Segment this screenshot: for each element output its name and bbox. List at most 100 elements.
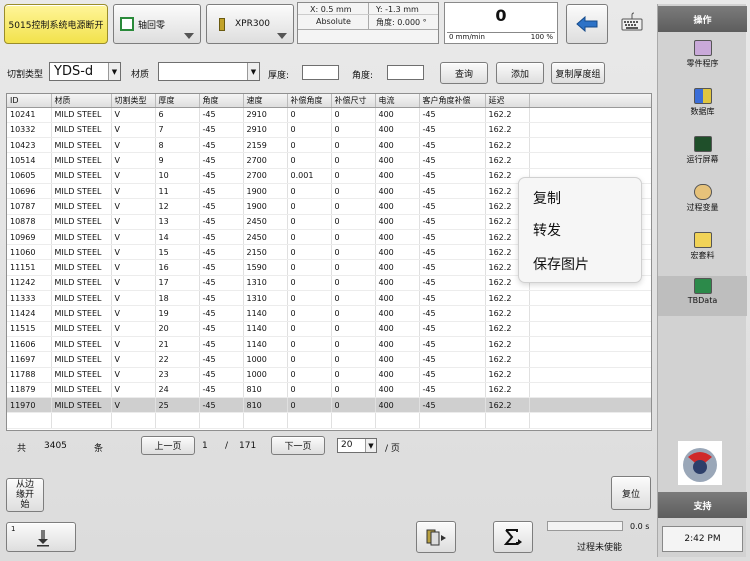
system-status-button[interactable]: 5015控制系统电源断开 — [4, 4, 108, 44]
table-row[interactable]: 11788 MILD STEEL V 23 -45 1000 0 0 400 -45 162.2 — [7, 367, 651, 383]
table-cell: 400 — [375, 198, 420, 215]
table-cell: MILD STEEL — [51, 321, 112, 337]
sidebar-item-macro-nesting[interactable]: 宏套料 — [658, 230, 747, 270]
start-from-edge-label: 从边缘开始 — [15, 480, 34, 510]
table-cell: 400 — [375, 152, 420, 169]
table-cell: MILD STEEL — [51, 275, 112, 292]
context-save-image-item[interactable]: 保存图片 — [533, 254, 589, 274]
column-header[interactable]: 客户角度补偿 — [419, 94, 486, 108]
table-cell: 11515 — [7, 321, 52, 337]
table-cell: 400 — [375, 137, 420, 154]
angle-input[interactable] — [387, 65, 424, 80]
sidebar-item-run-screen[interactable]: 运行屏幕 — [658, 134, 747, 174]
sum-button[interactable] — [493, 521, 533, 553]
table-row[interactable]: 10332 MILD STEEL V 7 -45 2910 0 0 400 -45 162.2 — [7, 122, 651, 139]
column-header[interactable]: 补偿尺寸 — [331, 94, 376, 108]
table-cell: 14 — [155, 229, 200, 246]
table-cell: -45 — [199, 122, 244, 139]
column-header[interactable]: 角度 — [199, 94, 244, 108]
table-cell: 0 — [287, 183, 332, 200]
table-cell: V — [111, 259, 156, 276]
back-button[interactable] — [566, 4, 608, 44]
sidebar-item-database[interactable]: 数据库 — [658, 86, 747, 126]
table-cell: V — [111, 122, 156, 139]
table-cell: 0 — [331, 367, 376, 383]
table-cell: 400 — [375, 107, 420, 123]
table-row[interactable]: 11515 MILD STEEL V 20 -45 1140 0 0 400 -45 162.2 — [7, 321, 651, 337]
context-forward-item[interactable]: 转发 — [533, 220, 561, 240]
page-size-select[interactable]: 20 ▼ — [337, 438, 377, 453]
column-header[interactable]: 切割类型 — [111, 94, 156, 108]
axis-home-icon — [120, 17, 134, 31]
table-row[interactable]: 11606 MILD STEEL V 21 -45 1140 0 0 400 -45 162.2 — [7, 336, 651, 353]
table-cell: 13 — [155, 214, 200, 230]
table-cell: 0 — [287, 336, 332, 353]
thickness-input[interactable] — [302, 65, 339, 80]
table-row[interactable]: 11970 MILD STEEL V 25 -45 810 0 0 400 -45 162.2 — [7, 397, 651, 414]
monitor-icon — [693, 136, 712, 152]
table-cell: 19 — [155, 305, 200, 322]
table-cell: MILD STEEL — [51, 305, 112, 322]
axis-home-button[interactable]: 轴回零 — [113, 4, 201, 44]
column-header[interactable]: ID — [7, 94, 52, 108]
table-cell: 18 — [155, 290, 200, 307]
thickness-label: 厚度: — [268, 71, 290, 81]
table-cell: 11060 — [7, 244, 52, 261]
column-header[interactable]: 材质 — [51, 94, 112, 108]
table-cell: 10787 — [7, 198, 52, 215]
support-header[interactable]: 支持 — [658, 492, 747, 518]
table-cell: 162.2 — [485, 397, 530, 414]
table-cell: 24 — [155, 382, 200, 399]
back-arrow-icon — [576, 16, 598, 32]
column-header[interactable]: 电流 — [375, 94, 420, 108]
table-cell — [529, 412, 651, 429]
cut-type-select[interactable]: YDS-d ▼ — [49, 62, 121, 81]
table-row[interactable]: 10514 MILD STEEL V 9 -45 2700 0 0 400 -45 162.2 — [7, 152, 651, 169]
table-cell: 11606 — [7, 336, 52, 353]
total-suffix: 条 — [94, 444, 104, 454]
sidebar-item-tbdata[interactable]: TBData — [658, 276, 747, 316]
table-row[interactable]: 11333 MILD STEEL V 18 -45 1310 0 0 400 -45 162.2 — [7, 290, 651, 307]
table-row[interactable]: 10241 MILD STEEL V 6 -45 2910 0 0 400 -45 162.2 — [7, 107, 651, 123]
sidebar-item-label: 零件程序 — [686, 59, 719, 68]
table-row[interactable]: 10423 MILD STEEL V 8 -45 2159 0 0 400 -45 162.2 — [7, 137, 651, 154]
copy-thickness-group-button[interactable]: 复制厚度组 — [551, 62, 605, 84]
context-copy-item[interactable]: 复制 — [533, 188, 561, 208]
tool-select-button[interactable]: XPR300 — [206, 4, 294, 44]
table-cell: -45 — [419, 290, 486, 307]
table-cell-filler — [529, 397, 651, 414]
material-select[interactable]: ▼ — [158, 62, 260, 81]
sidebar-item-part-program[interactable]: 零件程序 — [658, 38, 747, 78]
table-cell: V — [111, 351, 156, 368]
next-page-button[interactable]: 下一页 — [271, 436, 325, 455]
column-header[interactable]: 厚度 — [155, 94, 200, 108]
table-row[interactable]: 11879 MILD STEEL V 24 -45 810 0 0 400 -45 162.2 — [7, 382, 651, 399]
column-header[interactable]: 补偿角度 — [287, 94, 332, 108]
table-cell: 10332 — [7, 122, 52, 139]
table-cell: 1140 — [243, 305, 288, 322]
table-cell: 20 — [155, 321, 200, 337]
table-row[interactable]: 11697 MILD STEEL V 22 -45 1000 0 0 400 -45 162.2 — [7, 351, 651, 368]
table-row[interactable]: 11424 MILD STEEL V 19 -45 1140 0 0 400 -45 162.2 — [7, 305, 651, 322]
add-button-label: 添加 — [510, 69, 529, 80]
column-header[interactable]: 延迟 — [485, 94, 530, 108]
reset-button[interactable]: 复位 — [611, 476, 651, 510]
context-menu: 复制 转发 保存图片 — [518, 177, 642, 283]
add-button[interactable]: 添加 — [496, 62, 544, 84]
table-cell: -45 — [419, 305, 486, 322]
dropdown-arrow-icon: ▼ — [108, 63, 120, 80]
sidebar-item-process-variables[interactable]: 过程变量 — [658, 182, 747, 222]
table-cell: -45 — [199, 382, 244, 399]
column-header[interactable]: 速度 — [243, 94, 288, 108]
station-button[interactable]: 1 — [6, 522, 76, 552]
prev-page-button[interactable]: 上一页 — [141, 436, 195, 455]
layer-advance-button[interactable] — [416, 521, 456, 553]
keyboard-icon[interactable] — [620, 10, 644, 34]
table-cell: 1310 — [243, 275, 288, 292]
start-from-edge-button[interactable]: 从边缘开始 — [6, 478, 44, 512]
process-progress-bar — [547, 521, 623, 531]
query-button[interactable]: 查询 — [440, 62, 488, 84]
table-cell: -45 — [419, 382, 486, 399]
table-cell: V — [111, 168, 156, 184]
table-cell-filler — [529, 152, 651, 169]
